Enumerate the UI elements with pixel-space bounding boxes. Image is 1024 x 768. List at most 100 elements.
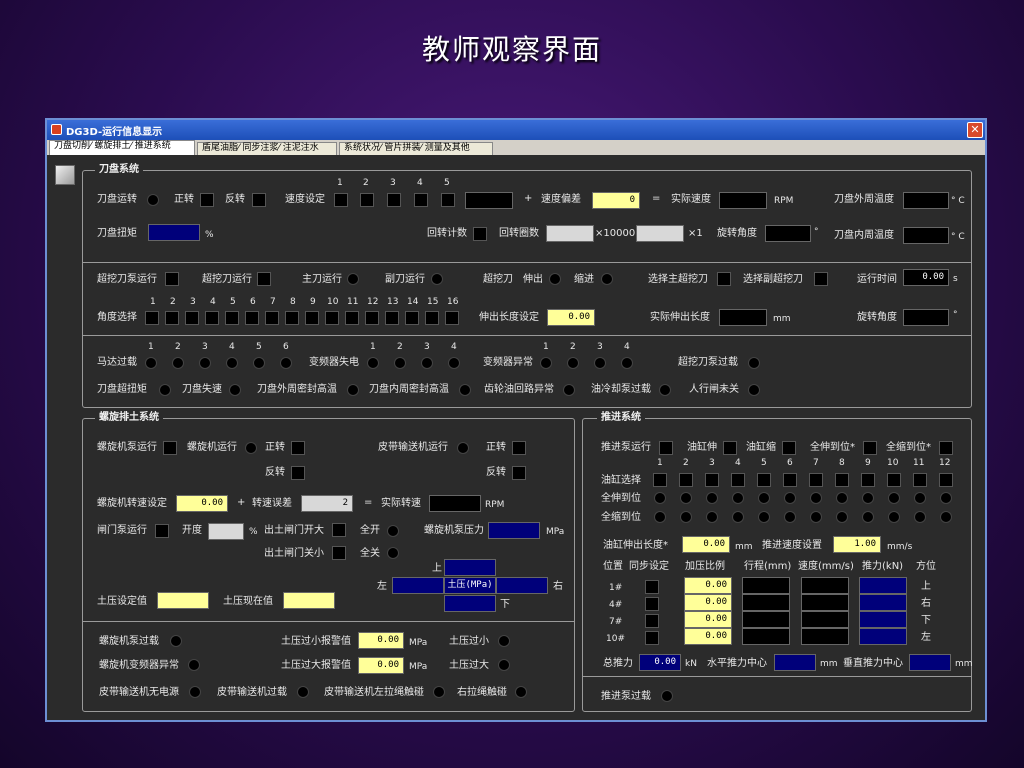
inner-seal-led — [459, 384, 471, 396]
speed-step-2[interactable] — [360, 193, 374, 207]
screw-speed-set-input[interactable]: 0.00 — [176, 495, 228, 512]
cyl-sel-10[interactable] — [887, 473, 901, 487]
cyl-sel-5[interactable] — [757, 473, 771, 487]
close-button[interactable]: ✕ — [967, 122, 983, 138]
row-sync[interactable] — [645, 631, 659, 645]
cyl-num-5: 5 — [761, 458, 767, 468]
angle-box-4[interactable] — [205, 311, 219, 325]
cyl-sel-11[interactable] — [913, 473, 927, 487]
row-ratio[interactable]: 0.00 — [684, 611, 732, 628]
cyl-ext-indicator — [723, 441, 737, 455]
cyl-sel-8[interactable] — [835, 473, 849, 487]
cyl-sel-1[interactable] — [653, 473, 667, 487]
inverter-loss-leds: 1 2 3 4 — [367, 341, 477, 371]
speed-step-4[interactable] — [414, 193, 428, 207]
belt-over-label: 皮带输送机过载 — [217, 687, 287, 698]
row-ratio[interactable]: 0.00 — [684, 594, 732, 611]
cyl-ret-led-5 — [758, 511, 770, 523]
angle-box-15[interactable] — [425, 311, 439, 325]
cyl-ext-led-8 — [836, 492, 848, 504]
angle-box-8[interactable] — [285, 311, 299, 325]
fault-num-3: 3 — [597, 342, 603, 352]
rpm-unit: RPM — [774, 196, 794, 206]
angle-box-7[interactable] — [265, 311, 279, 325]
run-time-unit: s — [953, 274, 958, 284]
deviation-input[interactable]: 0 — [592, 192, 640, 209]
low-alarm-input[interactable]: 0.00 — [358, 632, 404, 649]
sel-main-checkbox[interactable] — [717, 272, 731, 286]
cutter-fwd-indicator — [200, 193, 214, 207]
screw-plus-sign: + — [237, 497, 246, 508]
sel-sub-checkbox[interactable] — [814, 272, 828, 286]
tab-grease-grout-water[interactable]: 盾尾油脂⁄ 同步注浆⁄ 注泥注水 — [197, 142, 337, 155]
thrust-pump-run-label: 推进泵运行 — [601, 442, 651, 453]
angle-num-4: 4 — [210, 297, 216, 307]
total-thrust-display: 0.00 — [639, 654, 681, 671]
cyl-num-6: 6 — [787, 458, 793, 468]
angle-box-1[interactable] — [145, 311, 159, 325]
main-run-label: 主刀运行 — [302, 274, 342, 285]
speed-step-5[interactable] — [441, 193, 455, 207]
cyl-sel-3[interactable] — [705, 473, 719, 487]
ext-set-input[interactable]: 0.00 — [547, 309, 595, 326]
row-sync[interactable] — [645, 597, 659, 611]
row-sync[interactable] — [645, 614, 659, 628]
angle-box-16[interactable] — [445, 311, 459, 325]
angle-box-3[interactable] — [185, 311, 199, 325]
over-run-indicator — [257, 272, 271, 286]
cyl-sel-7[interactable] — [809, 473, 823, 487]
tab-status-segment-measure[interactable]: 系统状况⁄ 管片拼装⁄ 测量及其他 — [339, 142, 493, 155]
cyl-num-10: 10 — [887, 458, 899, 468]
screw-inv-fault-led — [188, 659, 200, 671]
row-ratio[interactable]: 0.00 — [684, 628, 732, 645]
angle-box-5[interactable] — [225, 311, 239, 325]
angle-box-11[interactable] — [345, 311, 359, 325]
col-stroke: 行程(mm) — [744, 561, 792, 572]
angle-box-13[interactable] — [385, 311, 399, 325]
cyl-ret-led-11 — [914, 511, 926, 523]
cyl-sel-4[interactable] — [731, 473, 745, 487]
torque-display — [148, 224, 200, 241]
angle-box-9[interactable] — [305, 311, 319, 325]
tab-bar: 刀盘切削⁄ 螺旋排土⁄ 推进系统 盾尾油脂⁄ 同步注浆⁄ 注泥注水 系统状况⁄ … — [47, 140, 985, 155]
soil-set-input[interactable] — [157, 592, 209, 609]
thrust-speed-input[interactable]: 1.00 — [833, 536, 881, 553]
angle-box-2[interactable] — [165, 311, 179, 325]
row-sync[interactable] — [645, 580, 659, 594]
angle-num-3: 3 — [190, 297, 196, 307]
speed-step-1[interactable] — [334, 193, 348, 207]
cyl-sel-12[interactable] — [939, 473, 953, 487]
angle-box-12[interactable] — [365, 311, 379, 325]
over-cutter-label: 超挖刀 — [483, 274, 513, 285]
screw-pump-over-label: 螺旋机泵过载 — [99, 636, 159, 647]
speed-step-3[interactable] — [387, 193, 401, 207]
cyl-sel-9[interactable] — [861, 473, 875, 487]
low-alarm-unit: MPa — [409, 638, 428, 648]
speed-num-1: 1 — [337, 178, 343, 188]
thrust-pump-run-indicator — [659, 441, 673, 455]
cyl-sel-2[interactable] — [679, 473, 693, 487]
angle-box-10[interactable] — [325, 311, 339, 325]
angle-box-14[interactable] — [405, 311, 419, 325]
thrust-pump-over-label: 推进泵过载 — [601, 691, 651, 702]
speed-num-4: 4 — [417, 178, 423, 188]
cyl-num-3: 3 — [709, 458, 715, 468]
inv-fault-led-2 — [567, 357, 579, 369]
screw-system-title: 螺旋排土系统 — [95, 412, 163, 424]
belt-run-label: 皮带输送机运行 — [378, 442, 448, 453]
row-ratio[interactable]: 0.00 — [684, 577, 732, 594]
high-alarm-input[interactable]: 0.00 — [358, 657, 404, 674]
cyl-sel-6[interactable] — [783, 473, 797, 487]
angle-box-6[interactable] — [245, 311, 259, 325]
screw-actual-label: 实际转速 — [381, 498, 421, 509]
cyl-ext-led-2 — [680, 492, 692, 504]
motor-num-6: 6 — [283, 342, 289, 352]
screw-err-display: 2 — [301, 495, 353, 512]
inv-loss-led-4 — [448, 357, 460, 369]
x1-unit: ×1 — [688, 228, 703, 239]
torque-unit: % — [205, 230, 214, 240]
cyl-num-11: 11 — [913, 458, 925, 468]
tab-cutter-screw-thrust[interactable]: 刀盘切削⁄ 螺旋排土⁄ 推进系统 — [49, 140, 195, 155]
outer-temp-unit: ° C — [951, 196, 965, 206]
row-speed — [801, 594, 849, 611]
